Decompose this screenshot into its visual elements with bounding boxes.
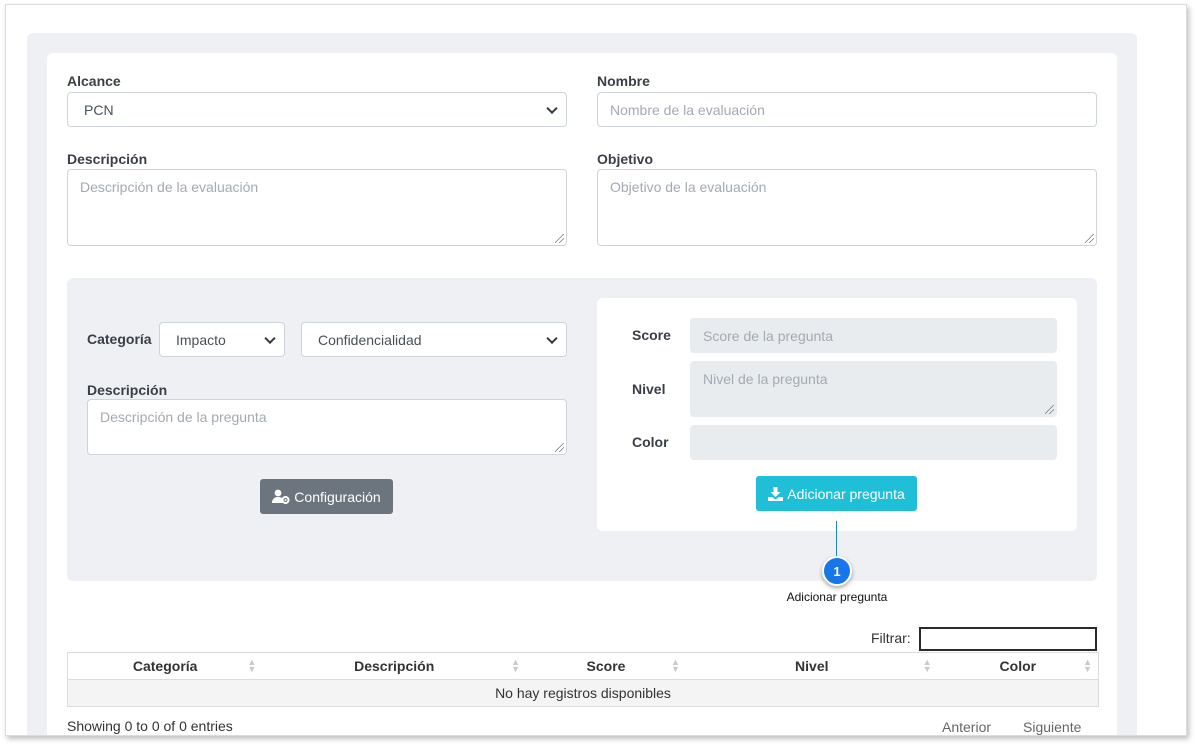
sort-icon: ▲ ▼ bbox=[671, 657, 680, 674]
pagination-previous[interactable]: Anterior bbox=[942, 719, 991, 735]
resize-handle-icon[interactable] bbox=[555, 234, 564, 243]
descripcion-textarea[interactable]: Descripción de la evaluación bbox=[67, 169, 567, 246]
score-input[interactable]: Score de la pregunta bbox=[690, 318, 1057, 353]
nivel-textarea[interactable]: Nivel de la pregunta bbox=[690, 361, 1057, 417]
color-input[interactable] bbox=[690, 425, 1057, 460]
column-header-nivel[interactable]: Nivel ▲ ▼ bbox=[685, 652, 938, 680]
adicionar-pregunta-label: Adicionar pregunta bbox=[787, 485, 905, 502]
column-header-descripcion[interactable]: Descripción ▲ ▼ bbox=[262, 652, 527, 680]
score-panel: Score Score de la pregunta Nivel Nivel d… bbox=[597, 298, 1077, 531]
score-label: Score bbox=[632, 327, 671, 343]
sort-icon: ▲ ▼ bbox=[511, 657, 521, 674]
resize-handle-icon[interactable] bbox=[555, 443, 564, 452]
screenshot-frame: Alcance PCN Nombre Nombre de la evaluaci… bbox=[5, 4, 1187, 736]
table-info: Showing 0 to 0 of 0 entries bbox=[67, 718, 233, 734]
callout-line bbox=[836, 521, 837, 557]
categoria-label: Categoría bbox=[87, 331, 152, 347]
alcance-label: Alcance bbox=[67, 73, 121, 89]
sort-icon: ▲ ▼ bbox=[247, 657, 257, 674]
download-icon bbox=[768, 486, 784, 501]
configuracion-button[interactable]: Configuración bbox=[260, 479, 393, 514]
alcance-value: PCN bbox=[84, 101, 114, 118]
categoria-value: Impacto bbox=[176, 331, 226, 348]
questions-table: Categoría ▲ ▼ Descripción ▲ ▼ Score ▲ ▼ Nivel ▲… bbox=[67, 652, 1099, 707]
nivel-label: Nivel bbox=[632, 381, 666, 397]
table-header-row: Categoría ▲ ▼ Descripción ▲ ▼ Score ▲ ▼ Nivel ▲… bbox=[67, 652, 1099, 680]
pregunta-descripcion-placeholder: Descripción de la pregunta bbox=[100, 409, 267, 425]
objetivo-placeholder: Objetivo de la evaluación bbox=[610, 179, 767, 195]
column-header-score[interactable]: Score ▲ ▼ bbox=[526, 652, 686, 680]
nivel-placeholder: Nivel de la pregunta bbox=[703, 371, 828, 387]
resize-handle-icon[interactable] bbox=[1045, 405, 1054, 414]
callout-text: Adicionar pregunta bbox=[786, 590, 888, 604]
chevron-down-icon bbox=[546, 332, 558, 344]
objetivo-label: Objetivo bbox=[597, 151, 654, 167]
color-label: Color bbox=[632, 434, 669, 450]
question-panel: Categoría Impacto Confidencialidad Descr… bbox=[67, 278, 1097, 581]
alcance-select[interactable]: PCN bbox=[67, 92, 567, 127]
pagination-next[interactable]: Siguiente bbox=[1023, 719, 1081, 735]
column-header-categoria[interactable]: Categoría ▲ ▼ bbox=[67, 652, 263, 680]
callout-badge: 1 bbox=[822, 556, 852, 586]
categoria-select[interactable]: Impacto bbox=[159, 322, 285, 357]
score-placeholder: Score de la pregunta bbox=[703, 327, 833, 344]
descripcion-label: Descripción bbox=[67, 151, 148, 167]
sort-icon: ▲ ▼ bbox=[1083, 657, 1092, 674]
pregunta-descripcion-textarea[interactable]: Descripción de la pregunta bbox=[87, 399, 567, 455]
table-row: No hay registros disponibles bbox=[67, 679, 1099, 707]
chevron-down-icon bbox=[264, 332, 276, 344]
subcategoria-value: Confidencialidad bbox=[318, 331, 422, 348]
user-gear-icon bbox=[272, 489, 290, 504]
resize-handle-icon[interactable] bbox=[1085, 234, 1094, 243]
pregunta-descripcion-label: Descripción bbox=[87, 382, 168, 398]
configuracion-label: Configuración bbox=[294, 488, 381, 505]
nombre-label: Nombre bbox=[597, 73, 650, 89]
filter-label: Filtrar: bbox=[871, 630, 911, 646]
objetivo-textarea[interactable]: Objetivo de la evaluación bbox=[597, 169, 1097, 246]
chevron-down-icon bbox=[546, 102, 558, 114]
empty-table-message: No hay registros disponibles bbox=[67, 679, 1099, 707]
nombre-placeholder: Nombre de la evaluación bbox=[610, 101, 765, 118]
descripcion-placeholder: Descripción de la evaluación bbox=[80, 179, 259, 195]
column-header-color[interactable]: Color ▲ ▼ bbox=[937, 652, 1099, 680]
sort-icon: ▲ ▼ bbox=[922, 657, 932, 674]
filter-input[interactable] bbox=[919, 627, 1097, 651]
adicionar-pregunta-button[interactable]: Adicionar pregunta bbox=[756, 476, 917, 511]
subcategoria-select[interactable]: Confidencialidad bbox=[301, 322, 567, 357]
nombre-input[interactable]: Nombre de la evaluación bbox=[597, 92, 1097, 127]
